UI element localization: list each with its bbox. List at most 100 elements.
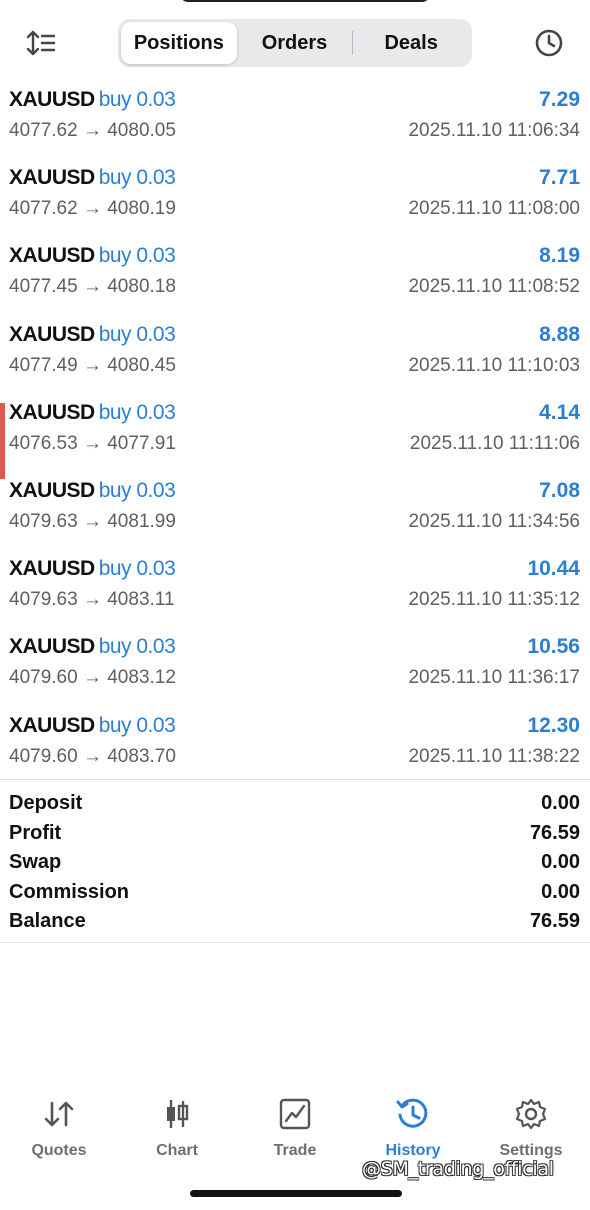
deal-row[interactable]: XAUUSD buy 0.03 7.08 4079.63 → 4081.99 20… xyxy=(0,473,590,551)
trade-chart-icon xyxy=(279,1098,311,1130)
deal-side: buy 0.03 xyxy=(98,713,176,737)
deal-title: XAUUSD buy 0.03 xyxy=(9,166,176,190)
deal-side: buy 0.03 xyxy=(98,322,176,346)
tab-chart[interactable]: Chart xyxy=(118,1090,236,1170)
deal-profit: 8.19 xyxy=(539,244,580,268)
deal-prices: 4077.49 → 4080.45 xyxy=(9,354,176,376)
history-icon xyxy=(396,1098,428,1128)
summary-value: 76.59 xyxy=(529,821,580,844)
tab-trade-label: Trade xyxy=(273,1142,317,1159)
summary-row: Commission 0.00 xyxy=(0,879,590,909)
deal-row[interactable]: XAUUSD buy 0.03 8.19 4077.45 → 4080.18 20… xyxy=(0,238,590,316)
watermark: @SM_trading_official xyxy=(362,1158,554,1180)
deal-symbol: XAUUSD xyxy=(9,557,95,581)
sort-button[interactable] xyxy=(22,24,60,62)
summary-row: Profit 76.59 xyxy=(0,820,590,850)
gear-icon xyxy=(515,1098,547,1130)
deal-side: buy 0.03 xyxy=(98,557,176,581)
sort-icon xyxy=(26,30,56,56)
deal-profit: 4.14 xyxy=(539,400,580,424)
summary-value: 0.00 xyxy=(541,851,580,874)
home-indicator[interactable] xyxy=(190,1190,402,1197)
deal-profit: 10.44 xyxy=(527,557,580,581)
deal-title: XAUUSD buy 0.03 xyxy=(9,635,176,659)
summary-label: Profit xyxy=(9,821,62,844)
deal-prices: 4076.53 → 4077.91 xyxy=(9,432,176,454)
deal-row[interactable]: XAUUSD buy 0.03 8.88 4077.49 → 4080.45 20… xyxy=(0,317,590,395)
deal-symbol: XAUUSD xyxy=(9,478,95,502)
summary-label: Swap xyxy=(9,851,62,874)
deal-title: XAUUSD buy 0.03 xyxy=(9,322,176,347)
summary-value: 76.59 xyxy=(529,910,580,933)
period-button[interactable] xyxy=(530,24,568,62)
tab-quotes[interactable]: Quotes xyxy=(0,1090,118,1170)
deal-title: XAUUSD buy 0.03 xyxy=(9,88,176,112)
deal-symbol: XAUUSD xyxy=(9,400,95,424)
segmented-control: Positions Orders Deals xyxy=(118,19,472,67)
top-bar: Positions Orders Deals xyxy=(0,0,590,86)
deal-side: buy 0.03 xyxy=(98,244,176,268)
row-marker xyxy=(0,402,5,479)
deal-title: XAUUSD buy 0.03 xyxy=(9,400,176,425)
tab-positions[interactable]: Positions xyxy=(121,22,237,64)
deal-time: 2025.11.10 11:35:12 xyxy=(408,589,580,611)
tab-deals[interactable]: Deals xyxy=(353,22,469,64)
deal-side: buy 0.03 xyxy=(98,478,176,502)
deal-profit: 10.56 xyxy=(527,635,580,659)
deal-time: 2025.11.10 11:11:06 xyxy=(409,432,580,454)
deal-title: XAUUSD buy 0.03 xyxy=(9,478,176,503)
deal-side: buy 0.03 xyxy=(98,635,176,659)
summary-value: 0.00 xyxy=(541,880,580,903)
summary-label: Commission xyxy=(9,880,130,903)
deal-profit: 7.29 xyxy=(539,88,580,111)
quotes-icon xyxy=(44,1101,74,1127)
deal-side: buy 0.03 xyxy=(98,400,176,424)
deal-prices: 4079.60 → 4083.12 xyxy=(9,667,176,689)
deal-row[interactable]: XAUUSD buy 0.03 10.44 4079.63 → 4083.11 2… xyxy=(0,551,590,629)
deal-symbol: XAUUSD xyxy=(9,635,95,659)
tab-orders[interactable]: Orders xyxy=(237,22,353,64)
deal-row[interactable]: XAUUSD buy 0.03 10.56 4079.60 → 4083.12 2… xyxy=(0,629,590,707)
deal-prices: 4079.63 → 4083.11 xyxy=(9,589,175,611)
candlestick-chart-icon xyxy=(167,1100,189,1128)
summary-value: 0.00 xyxy=(541,792,580,814)
deal-time: 2025.11.10 11:34:56 xyxy=(408,510,580,532)
deal-title: XAUUSD buy 0.03 xyxy=(9,557,176,581)
tab-chart-label: Chart xyxy=(156,1142,198,1159)
deal-time: 2025.11.10 11:10:03 xyxy=(408,354,580,376)
deal-profit: 8.88 xyxy=(539,322,580,346)
tab-orders-label: Orders xyxy=(261,31,328,54)
deal-symbol: XAUUSD xyxy=(9,166,95,190)
summary-label: Balance xyxy=(9,910,86,933)
deal-symbol: XAUUSD xyxy=(9,713,95,737)
deal-time: 2025.11.10 11:08:00 xyxy=(408,198,580,220)
summary-panel: Deposit 0.00 Profit 76.59 Swap 0.00 Comm… xyxy=(0,779,590,943)
deal-prices: 4079.63 → 4081.99 xyxy=(9,510,176,532)
deal-profit: 7.08 xyxy=(539,478,580,502)
deal-side: buy 0.03 xyxy=(98,166,176,190)
deal-time: 2025.11.10 11:38:22 xyxy=(408,745,580,767)
deal-symbol: XAUUSD xyxy=(9,244,95,268)
summary-row: Deposit 0.00 xyxy=(0,790,590,820)
deal-time: 2025.11.10 11:08:52 xyxy=(408,276,580,298)
deal-profit: 12.30 xyxy=(527,713,580,737)
clock-icon xyxy=(535,29,563,57)
deal-side: buy 0.03 xyxy=(98,88,176,111)
deal-list: XAUUSD buy 0.03 7.29 4077.62 → 4080.05 20… xyxy=(0,82,590,786)
deal-prices: 4077.62 → 4080.05 xyxy=(9,120,176,141)
deal-row[interactable]: XAUUSD buy 0.03 7.29 4077.62 → 4080.05 20… xyxy=(0,82,590,160)
tab-positions-label: Positions xyxy=(133,31,224,54)
deal-prices: 4077.62 → 4080.19 xyxy=(9,198,176,220)
deal-profit: 7.71 xyxy=(539,166,580,190)
deal-title: XAUUSD buy 0.03 xyxy=(9,713,176,738)
deal-row[interactable]: XAUUSD buy 0.03 4.14 4076.53 → 4077.91 20… xyxy=(0,395,590,479)
tab-trade[interactable]: Trade xyxy=(236,1090,354,1170)
summary-label: Deposit xyxy=(9,792,83,814)
deal-row[interactable]: XAUUSD buy 0.03 7.71 4077.62 → 4080.19 20… xyxy=(0,160,590,238)
deal-title: XAUUSD buy 0.03 xyxy=(9,244,176,268)
deal-symbol: XAUUSD xyxy=(9,88,95,111)
deal-prices: 4079.60 → 4083.70 xyxy=(9,745,176,767)
deal-prices: 4077.45 → 4080.18 xyxy=(9,276,176,298)
deal-row[interactable]: XAUUSD buy 0.03 12.30 4079.60 → 4083.70 2… xyxy=(0,708,590,786)
deal-symbol: XAUUSD xyxy=(9,322,95,346)
